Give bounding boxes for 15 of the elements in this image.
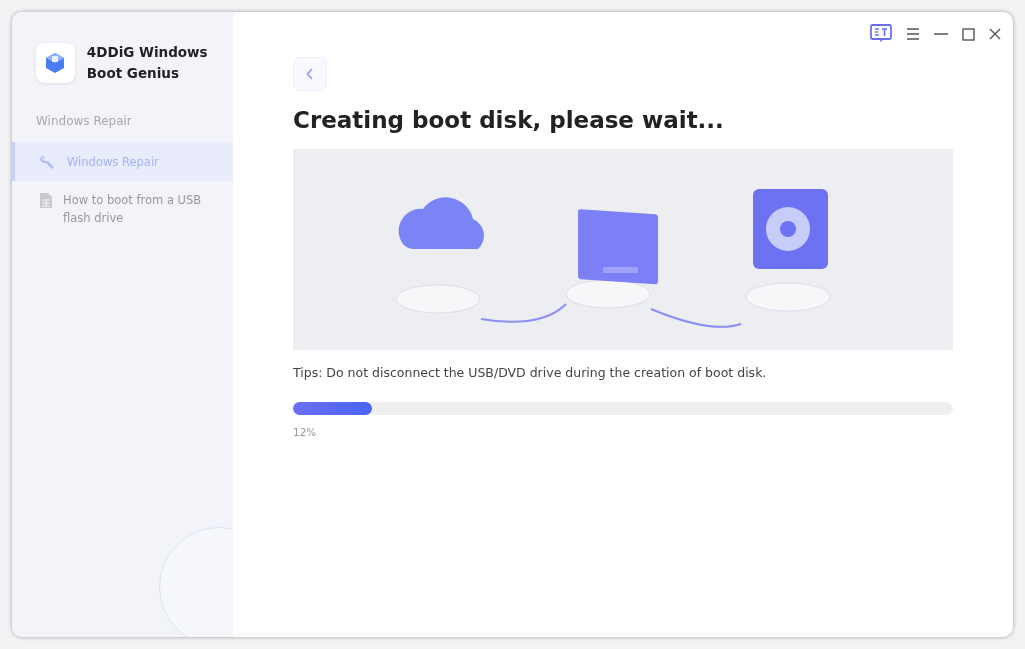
- sidebar-item[interactable]: How to boot from a USB flash drive: [12, 181, 233, 237]
- close-icon[interactable]: [989, 28, 1001, 40]
- feedback-icon[interactable]: [870, 24, 892, 44]
- maximize-icon[interactable]: [962, 27, 975, 41]
- tips-text: Tips: Do not disconnect the USB/DVD drive during the creation of boot disk.: [293, 365, 768, 380]
- menu-icon[interactable]: [906, 28, 920, 40]
- section-heading: Windows Repair: [36, 114, 133, 128]
- document-icon: [39, 192, 53, 209]
- app-name: 4DDiG Windows Boot Genius: [86, 43, 209, 83]
- wrench-icon: [39, 153, 57, 171]
- app-logo-icon: [36, 43, 75, 83]
- sidebar-item[interactable]: Windows Repair: [12, 142, 233, 181]
- page-title: Creating boot disk, please wait...: [293, 107, 725, 133]
- chevron-left-icon: [306, 68, 314, 80]
- progress-percentage: 12%: [293, 426, 318, 438]
